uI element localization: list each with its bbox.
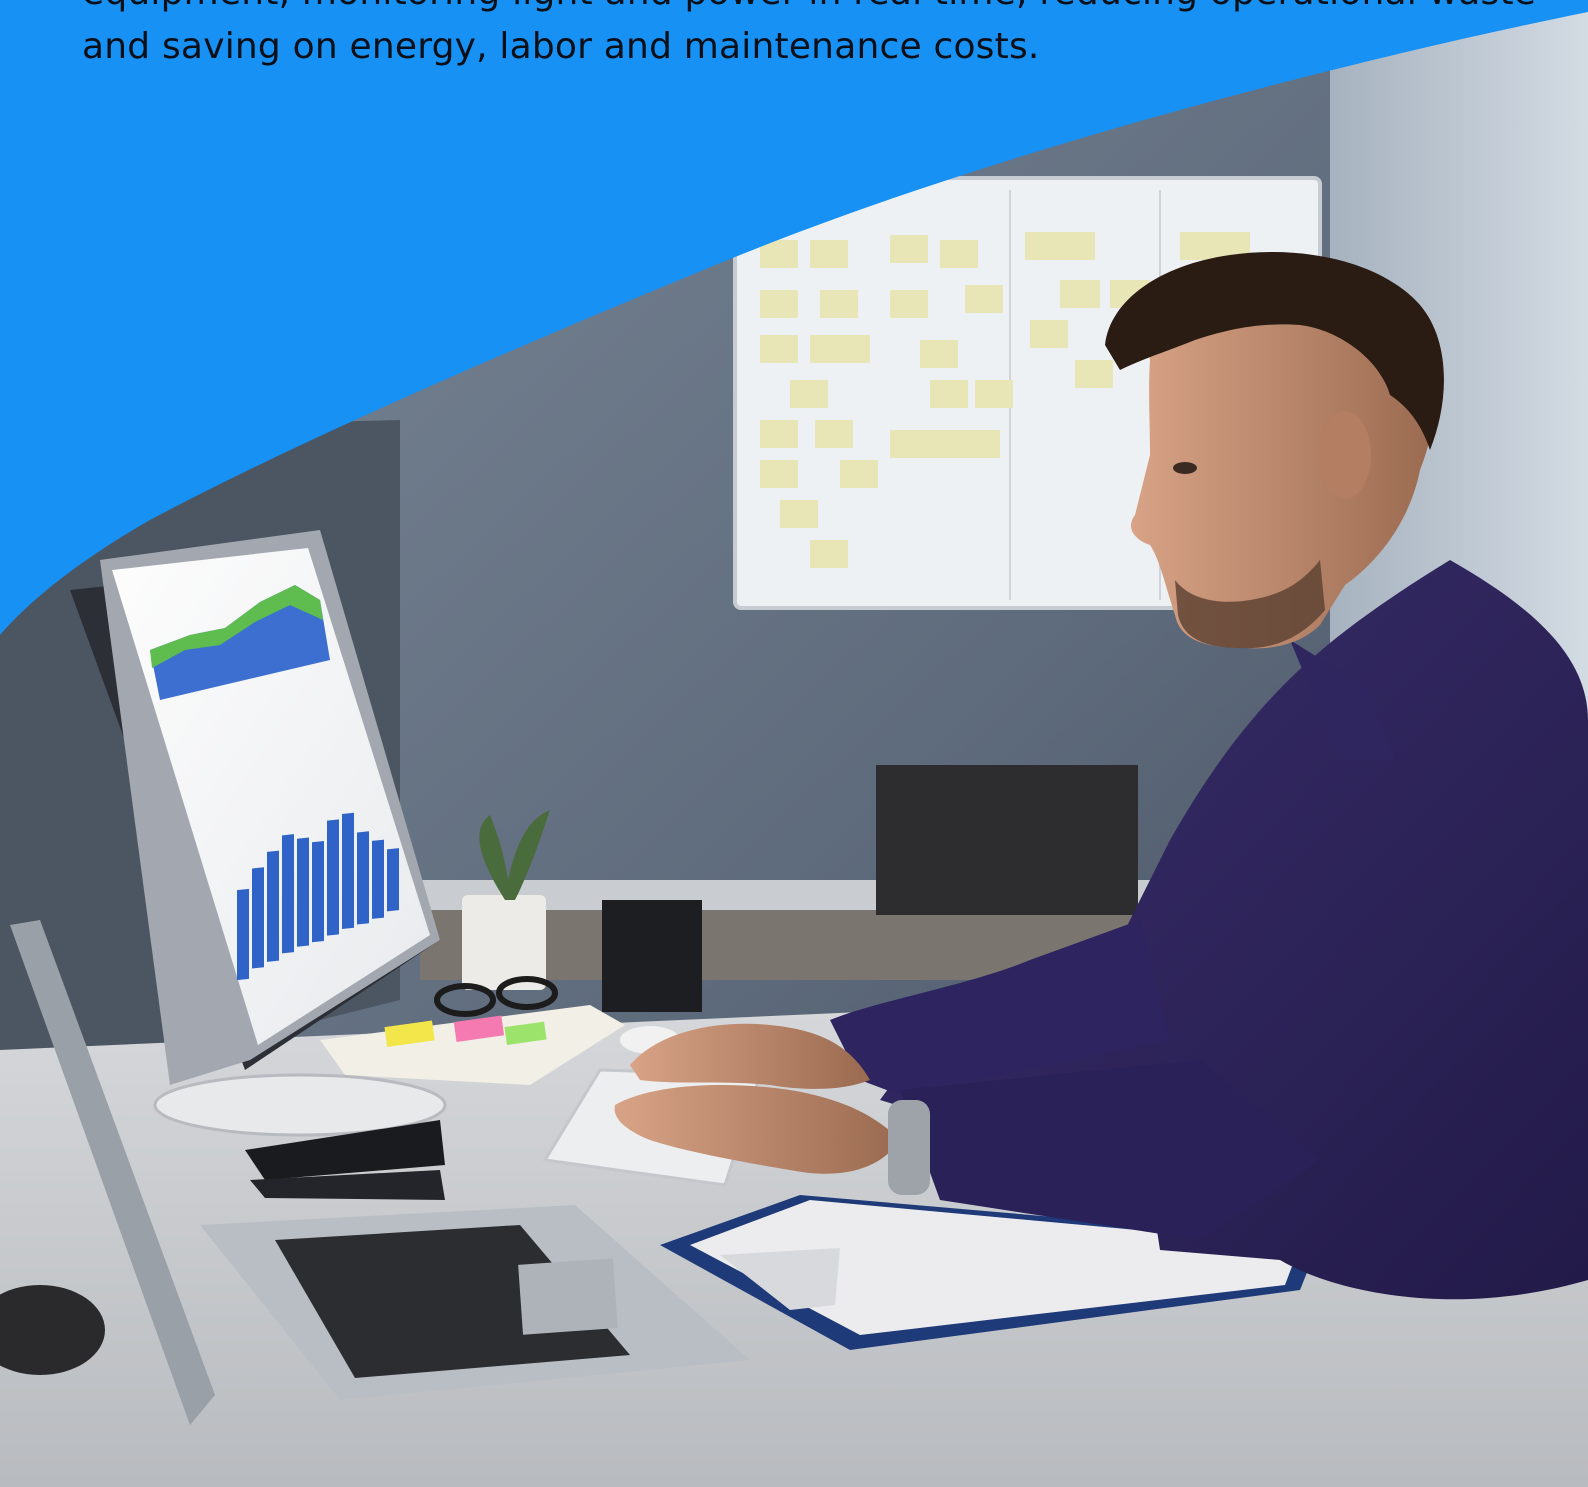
intro-text: equipment, monitoring light and power in… — [82, 0, 1536, 74]
page: equipment, monitoring light and power in… — [0, 0, 1588, 1487]
intro-line-partial: equipment, monitoring light and power in… — [82, 0, 1536, 20]
intro-line-full: and saving on energy, labor and maintena… — [82, 26, 1040, 67]
brand-swoosh — [0, 0, 1588, 635]
